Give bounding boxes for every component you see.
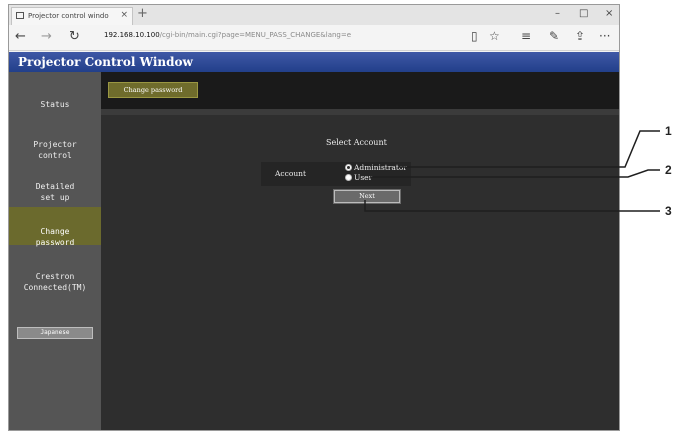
forward-icon[interactable]: → (41, 29, 52, 44)
administrator-radio[interactable] (345, 164, 352, 171)
back-icon[interactable]: ← (15, 29, 26, 44)
sub-menu-bar: Change password (101, 72, 619, 109)
account-label: Account (275, 169, 307, 178)
url-path: /cgi-bin/main.cgi?page=MENU_PASS_CHANGE&… (159, 31, 352, 39)
maximize-icon[interactable]: □ (579, 8, 588, 19)
user-label: User (354, 173, 373, 182)
callout-number-1: 1 (665, 124, 672, 138)
sidebar-item-change-password[interactable]: Change password (9, 207, 101, 247)
new-tab-icon[interactable]: + (137, 6, 148, 21)
share-icon[interactable]: ⇪ (575, 29, 585, 43)
callout-number-3: 3 (665, 204, 672, 218)
sidebar-item-status[interactable]: Status (9, 88, 101, 109)
minimize-icon[interactable]: – (555, 8, 560, 19)
browser-tab[interactable]: Projector control windo × (11, 7, 133, 25)
page-icon (16, 12, 24, 19)
sidebar-item-label: Change password (35, 227, 75, 247)
address-bar: ← → ↻ 192.168.10.100/cgi-bin/main.cgi?pa… (9, 25, 619, 51)
sidebar-item-detailed-setup[interactable]: Detailed set up (9, 170, 101, 202)
user-radio[interactable] (345, 174, 352, 181)
tab-bar: Projector control windo × + – □ × (9, 5, 619, 25)
next-button[interactable]: Next (333, 189, 401, 204)
tab-title: Projector control windo (28, 12, 109, 20)
close-window-icon[interactable]: × (605, 8, 613, 19)
sidebar-item-label: Status (40, 100, 70, 109)
sidebar-item-label: Projector control (33, 140, 77, 160)
select-account-title: Select Account (326, 138, 387, 147)
sidebar-item-projector-control[interactable]: Projector control (9, 128, 101, 160)
sidebar-item-label: Crestron Connected(TM) (23, 272, 87, 292)
favorite-star-icon[interactable]: ☆ (489, 29, 500, 43)
refresh-icon[interactable]: ↻ (69, 29, 80, 44)
sidebar-item-label: Detailed set up (35, 182, 75, 202)
user-option[interactable]: User (345, 173, 372, 182)
sidebar: Status Projector control Detailed set up… (9, 72, 101, 430)
app-title: Projector Control Window (18, 55, 193, 69)
hub-icon[interactable]: ≡ (521, 29, 531, 43)
change-password-tab[interactable]: Change password (108, 82, 198, 98)
web-notes-icon[interactable]: ✎ (549, 29, 559, 43)
administrator-option[interactable]: Administrator (345, 163, 407, 172)
sidebar-item-crestron[interactable]: Crestron Connected(TM) (9, 260, 101, 292)
url-field[interactable]: 192.168.10.100/cgi-bin/main.cgi?page=MEN… (104, 31, 351, 39)
browser-window: Projector control windo × + – □ × ← → ↻ … (8, 4, 620, 431)
callout-number-2: 2 (665, 163, 672, 177)
url-host: 192.168.10.100 (104, 31, 160, 39)
main-content: Change password Select Account Account A… (101, 72, 619, 430)
administrator-label: Administrator (354, 163, 407, 172)
close-tab-icon[interactable]: × (120, 10, 128, 20)
web-page: Projector Control Window Status Projecto… (9, 52, 619, 430)
select-account-panel: Select Account Account Administrator Use… (101, 115, 619, 430)
japanese-button[interactable]: Japanese (17, 327, 93, 339)
app-header: Projector Control Window (9, 52, 619, 72)
reading-view-icon[interactable]: ▯ (471, 29, 478, 43)
more-icon[interactable]: ··· (599, 29, 610, 43)
